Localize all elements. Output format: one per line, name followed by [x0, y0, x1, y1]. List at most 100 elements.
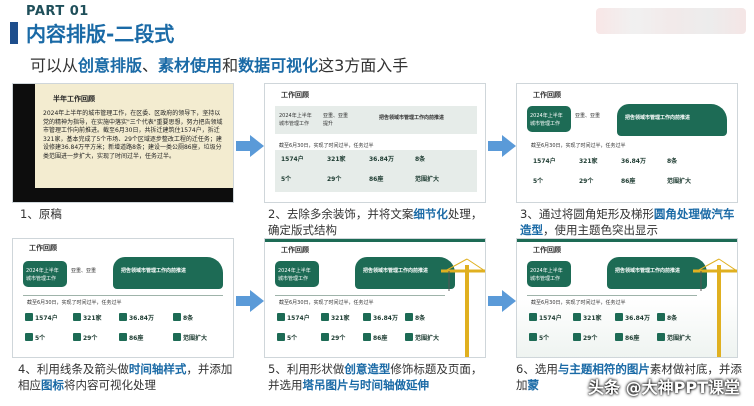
stat-num: 1574户 — [539, 315, 562, 322]
stat-num: 范围扩大 — [415, 176, 440, 183]
stat-num: 8条 — [415, 156, 426, 163]
stat-num: 1574户 — [281, 156, 304, 163]
tag-text: 城市管理工作 — [530, 121, 561, 127]
slide-heading: 工作回顾 — [281, 246, 309, 254]
tag-text: 亚重、亚重 — [71, 268, 97, 274]
stat-icon — [119, 333, 127, 341]
stat-icon — [277, 313, 285, 321]
stat-num: 1574户 — [287, 315, 310, 322]
stat-num: 5个 — [287, 335, 298, 342]
row-head: 截至6月30日，实现了时间过半，任务过半 — [531, 300, 626, 306]
stat-num: 范围扩大 — [667, 335, 692, 342]
stat-num: 321家 — [579, 158, 598, 165]
stat-num: 321家 — [327, 156, 346, 163]
tag-text: 2024年上半年 — [278, 268, 311, 274]
page-subtitle: 可以从创意排版、素材使用和数据可视化这3方面入手 — [30, 56, 409, 75]
stat-num: 范围扩大 — [667, 178, 692, 185]
stat-num: 86座 — [369, 176, 384, 183]
box-title: 把告领域市管理工作向前推进 — [363, 268, 429, 274]
stat-icon — [573, 333, 581, 341]
stat-num: 5个 — [35, 335, 46, 342]
stat-num: 86座 — [625, 335, 640, 342]
slide-step-5[interactable]: 工作回顾 2024年上半年 城市管理工作 把告领域市管理工作向前推进 截至6月3… — [264, 238, 486, 358]
stat-num: 29个 — [327, 176, 342, 183]
row-head: 截至6月30日，实现了时间过半，任务过半 — [279, 143, 374, 149]
stat-num: 36.84万 — [129, 315, 154, 322]
box-title: 把告领域市管理工作向前推进 — [379, 115, 445, 121]
tag-text: 提升 — [323, 121, 334, 127]
tower-crane-icon — [693, 258, 737, 357]
stat-num: 86座 — [373, 335, 388, 342]
slide-step-3[interactable]: 工作回顾 2024年上半年 城市管理工作 亚重、亚重 把告领域市管理工作向前推进… — [516, 83, 738, 203]
stat-icon — [405, 313, 413, 321]
arrow-right-icon — [236, 135, 264, 157]
stat-icon — [573, 313, 581, 321]
part-label: PART 01 — [26, 4, 89, 19]
stat-icon — [657, 333, 665, 341]
tag-text: 2024年上半年 — [26, 268, 59, 274]
stat-num: 8条 — [667, 158, 678, 165]
stat-num: 29个 — [331, 335, 346, 342]
stat-icon — [173, 313, 181, 321]
stat-icon — [363, 313, 371, 321]
row-head: 截至6月30日，实现了时间过半，任务过半 — [279, 300, 374, 306]
page-title: 内容排版-二段式 — [26, 22, 175, 46]
stat-icon — [173, 333, 181, 341]
stat-icon — [615, 313, 623, 321]
tag-text: 2024年上半年 — [530, 268, 563, 274]
stat-icon — [321, 313, 329, 321]
box-title: 把告领域市管理工作向前推进 — [625, 115, 691, 121]
stat-num: 1574户 — [35, 315, 58, 322]
stat-num: 5个 — [533, 178, 544, 185]
row-head: 截至6月30日，实现了时间过半，任务过半 — [531, 143, 626, 149]
stat-num: 29个 — [579, 178, 594, 185]
stat-num: 36.84万 — [621, 158, 646, 165]
slide-heading: 工作回顾 — [29, 244, 57, 252]
tag-text: 亚重、亚重 — [575, 113, 601, 119]
tag-text: 城市管理工作 — [26, 276, 57, 282]
stat-num: 8条 — [667, 315, 678, 322]
stat-icon — [321, 333, 329, 341]
slide-step-4[interactable]: 工作回顾 2024年上半年 城市管理工作 亚重、亚重 把告领域市管理工作向前推进… — [12, 238, 234, 358]
stat-num: 321家 — [583, 315, 602, 322]
stat-num: 36.84万 — [369, 156, 394, 163]
tag-text: 2024年上半年 — [279, 113, 312, 119]
black-frame-bottom — [13, 188, 233, 202]
stat-icon — [73, 313, 81, 321]
arrow-right-icon — [488, 290, 516, 312]
caption-5: 5、利用形状做创意造型修饰标题及页面，并选用塔吊图片与时间轴做延伸 — [268, 362, 483, 392]
slide-step-2[interactable]: 工作回顾 2024年上半年 城市管理工作 亚重、亚重 提升 把告领域市管理工作向… — [264, 83, 486, 203]
slide-original[interactable]: 半年工作回顾 2024年上半年的城市管理工作，在区委、区政府的领导下，坚持以党的… — [12, 83, 234, 203]
caption-3: 3、通过将圆角矩形及梯形圆角处理做汽车造型，使用主题色突出显示 — [520, 207, 735, 237]
stat-icon — [25, 333, 33, 341]
original-heading: 半年工作回顾 — [53, 95, 95, 103]
title-accent-bar — [10, 22, 18, 44]
stat-icon — [529, 313, 537, 321]
original-body: 2024年上半年的城市管理工作，在区委、区政府的领导下，坚持以党的精神为指导，在… — [43, 110, 223, 160]
arrow-right-icon — [236, 290, 264, 312]
slide-heading: 工作回顾 — [533, 91, 561, 99]
stat-num: 321家 — [83, 315, 102, 322]
stat-icon — [73, 333, 81, 341]
stat-num: 36.84万 — [625, 315, 650, 322]
stat-icon — [529, 333, 537, 341]
tag-text: 城市管理工作 — [279, 121, 310, 127]
stat-num: 321家 — [331, 315, 350, 322]
stat-num: 5个 — [281, 176, 292, 183]
stat-num: 范围扩大 — [415, 335, 440, 342]
stat-icon — [615, 333, 623, 341]
tag-text: 2024年上半年 — [530, 113, 563, 119]
stat-num: 范围扩大 — [183, 335, 208, 342]
row-head: 截至6月30日，实现了时间过半，任务过半 — [27, 300, 122, 306]
stat-num: 36.84万 — [373, 315, 398, 322]
stat-icon — [277, 333, 285, 341]
stat-num: 5个 — [539, 335, 550, 342]
caption-4: 4、利用线条及箭头做时间轴样式，并添加相应图标将内容可视化处理 — [18, 362, 233, 392]
stat-icon — [405, 333, 413, 341]
stat-num: 29个 — [83, 335, 98, 342]
stat-num: 86座 — [621, 178, 636, 185]
stat-num: 86座 — [129, 335, 144, 342]
stat-icon — [119, 313, 127, 321]
blurred-logo — [596, 8, 746, 34]
slide-step-6[interactable]: 工作回顾 2024年上半年 城市管理工作 把告领域市管理工作向前推进 截至6月3… — [516, 238, 738, 358]
